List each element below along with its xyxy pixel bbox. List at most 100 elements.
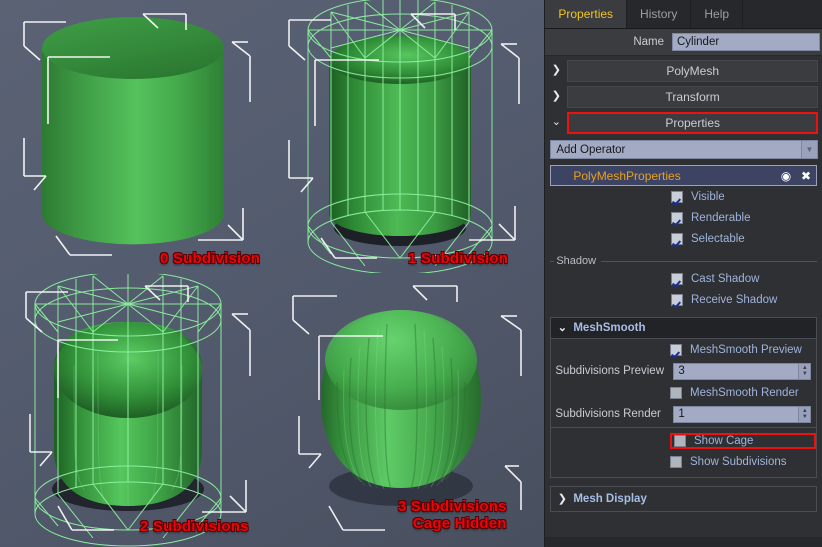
checkbox-visible[interactable]	[671, 190, 683, 203]
toggle-row-show-subdivisions[interactable]: Show Subdivisions	[551, 451, 816, 472]
toggle-show-cage[interactable]: Show Cage	[670, 432, 816, 449]
add-operator-value[interactable]: Add Operator	[550, 140, 801, 159]
chevron-right-icon: ❯	[551, 64, 561, 76]
operator-polymeshproperties[interactable]: PolyMeshProperties ◉ ✖	[550, 165, 817, 186]
value-subdivisions-render[interactable]: 1	[673, 405, 799, 423]
section-polymesh-label: PolyMesh	[567, 59, 818, 82]
section-properties-label: Properties	[567, 111, 818, 134]
shadow-group-label: Shadow	[556, 255, 597, 267]
chevron-right-icon: ❯	[551, 90, 561, 102]
stepper-buttons[interactable]: ▲ ▼	[798, 362, 812, 380]
label-receive-shadow: Receive Shadow	[691, 293, 778, 306]
toggle-row-selectable[interactable]: Selectable	[550, 228, 817, 249]
toggle-meshsmooth-render[interactable]: MeshSmooth Render	[670, 386, 816, 399]
mesh-display-label: Mesh Display	[573, 493, 647, 505]
annotation-3-subdivisions-cage-hidden: 3 Subdivisions Cage Hidden	[398, 498, 507, 532]
panel-footer	[545, 537, 822, 547]
shadow-toggles: Cast Shadow Receive Shadow	[550, 268, 817, 310]
operator-name-label: PolyMeshProperties	[573, 168, 681, 183]
3d-viewport[interactable]: 0 Subdivision 1 Subdivision 2 Subdivisio…	[0, 0, 545, 547]
label-meshsmooth-render: MeshSmooth Render	[690, 386, 799, 399]
viewport-quadrant-1-subdivision[interactable]	[273, 0, 544, 273]
annotation-0-subdivision: 0 Subdivision	[160, 250, 261, 267]
toggle-row-visible[interactable]: Visible	[550, 186, 817, 207]
section-divider	[551, 427, 816, 428]
toggle-cast-shadow[interactable]: Cast Shadow	[671, 272, 817, 285]
checkbox-receive-shadow[interactable]	[671, 293, 683, 306]
checkbox-selectable[interactable]	[671, 232, 683, 245]
label-meshsmooth-preview: MeshSmooth Preview	[690, 343, 802, 356]
section-transform-label: Transform	[567, 85, 818, 108]
section-header-polymesh[interactable]: ❯ PolyMesh	[545, 59, 822, 82]
section-header-mesh-display[interactable]: ❯ Mesh Display	[550, 486, 817, 512]
section-header-properties[interactable]: ⌄ Properties	[545, 111, 822, 134]
stepper-down-icon[interactable]: ▼	[802, 371, 808, 377]
stepper-buttons[interactable]: ▲ ▼	[798, 405, 812, 423]
toggle-row-cast-shadow[interactable]: Cast Shadow	[550, 268, 817, 289]
toggle-row-show-cage[interactable]: Show Cage	[551, 430, 816, 451]
checkbox-meshsmooth-preview[interactable]	[670, 343, 682, 356]
group-divider-line	[601, 260, 817, 262]
meshsmooth-header-label: MeshSmooth	[573, 322, 646, 334]
viewport-quadrant-0-subdivision[interactable]	[0, 0, 272, 273]
label-visible: Visible	[691, 190, 725, 203]
close-icon[interactable]: ✖	[796, 170, 816, 182]
checkbox-meshsmooth-render[interactable]	[670, 386, 682, 399]
cylinder-1-subdivision	[273, 0, 544, 273]
chevron-down-icon: ⌄	[551, 116, 561, 128]
checkbox-renderable[interactable]	[671, 211, 683, 224]
stepper-subdivisions-render[interactable]: 1 ▲ ▼	[673, 405, 812, 423]
label-renderable: Renderable	[691, 211, 751, 224]
tab-help[interactable]: Help	[691, 0, 744, 28]
toggle-receive-shadow[interactable]: Receive Shadow	[671, 293, 817, 306]
checkbox-cast-shadow[interactable]	[671, 272, 683, 285]
label-selectable: Selectable	[691, 232, 745, 245]
cylinder-0-subdivision	[0, 0, 272, 273]
label-cast-shadow: Cast Shadow	[691, 272, 760, 285]
annotation-1-subdivision: 1 Subdivision	[408, 250, 509, 267]
name-label: Name	[633, 36, 664, 48]
meshsmooth-header[interactable]: ⌄ MeshSmooth	[551, 318, 816, 339]
visibility-toggles: Visible Renderable Selectable	[550, 186, 817, 249]
checkbox-show-subdivisions[interactable]	[670, 455, 682, 468]
toggle-row-renderable[interactable]: Renderable	[550, 207, 817, 228]
chevron-right-icon: ❯	[557, 492, 567, 505]
meshsmooth-section: ⌄ MeshSmooth MeshSmooth Preview Subdivis…	[550, 317, 817, 478]
chevron-down-icon: ⌄	[557, 321, 567, 334]
field-subdivisions-render: Subdivisions Render 1 ▲ ▼	[551, 403, 816, 425]
value-subdivisions-preview[interactable]: 3	[673, 362, 799, 380]
label-subdivisions-render: Subdivisions Render	[555, 408, 661, 420]
stepper-down-icon[interactable]: ▼	[802, 414, 808, 420]
toggle-visible[interactable]: Visible	[671, 190, 817, 203]
toggle-row-meshsmooth-preview[interactable]: MeshSmooth Preview	[551, 339, 816, 360]
group-line-start	[550, 260, 555, 262]
section-header-transform[interactable]: ❯ Transform	[545, 85, 822, 108]
field-subdivisions-preview: Subdivisions Preview 3 ▲ ▼	[551, 360, 816, 382]
name-input[interactable]	[672, 33, 820, 51]
shadow-group-label-row: Shadow	[550, 254, 817, 268]
tab-properties[interactable]: Properties	[545, 0, 628, 28]
viewport-quadrant-2-subdivisions[interactable]	[0, 274, 272, 547]
toggle-meshsmooth-preview[interactable]: MeshSmooth Preview	[670, 343, 816, 356]
label-show-cage: Show Cage	[694, 434, 754, 447]
tab-help-label: Help	[704, 7, 730, 21]
toggle-renderable[interactable]: Renderable	[671, 211, 817, 224]
chevron-down-icon[interactable]: ▼	[801, 140, 818, 159]
toggle-row-meshsmooth-render[interactable]: MeshSmooth Render	[551, 382, 816, 403]
section-bottom-pad	[551, 472, 816, 477]
tab-history-label: History	[640, 7, 678, 21]
application-window: 0 Subdivision 1 Subdivision 2 Subdivisio…	[0, 0, 822, 547]
toggle-show-subdivisions[interactable]: Show Subdivisions	[670, 455, 816, 468]
panel-tab-bar: Properties History Help	[545, 0, 822, 29]
label-show-subdivisions: Show Subdivisions	[690, 455, 787, 468]
add-operator-combobox[interactable]: Add Operator ▼	[550, 140, 818, 159]
properties-panel: Properties History Help Name ❯ PolyMesh …	[544, 0, 822, 547]
tab-history[interactable]: History	[627, 0, 692, 28]
eye-icon[interactable]: ◉	[776, 170, 796, 182]
toggle-row-receive-shadow[interactable]: Receive Shadow	[550, 289, 817, 310]
stepper-subdivisions-preview[interactable]: 3 ▲ ▼	[673, 362, 812, 380]
name-row: Name	[545, 29, 822, 56]
toggle-selectable[interactable]: Selectable	[671, 232, 817, 245]
checkbox-show-cage[interactable]	[674, 434, 686, 447]
tab-properties-label: Properties	[558, 7, 614, 21]
